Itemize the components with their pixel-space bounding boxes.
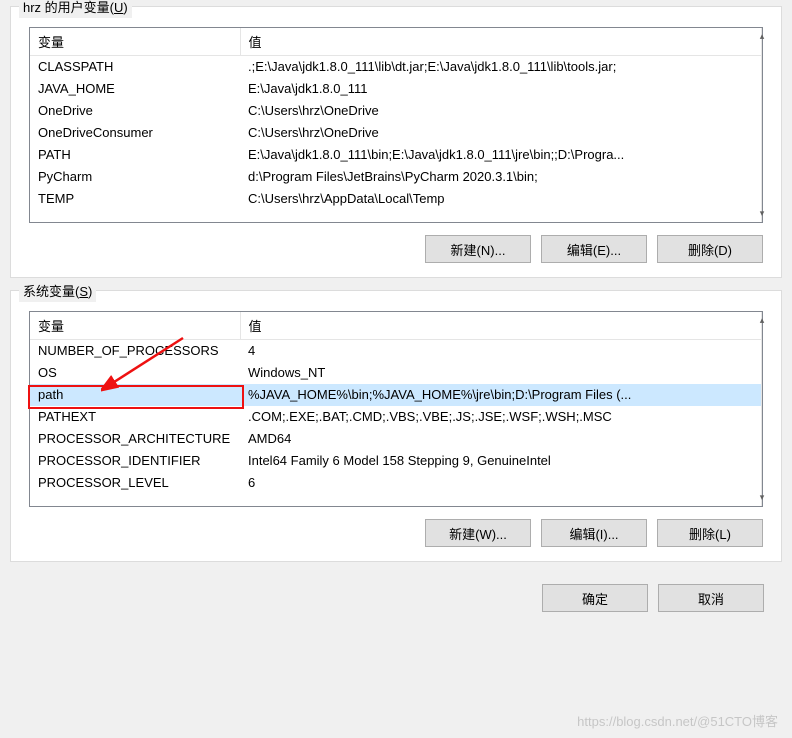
table-row[interactable]: NUMBER_OF_PROCESSORS4 bbox=[30, 340, 761, 362]
var-name-cell: TEMP bbox=[30, 188, 240, 210]
var-value-cell: E:\Java\jdk1.8.0_111\bin;E:\Java\jdk1.8.… bbox=[240, 144, 761, 166]
var-name-cell: CLASSPATH bbox=[30, 56, 240, 78]
table-row[interactable]: PyCharmd:\Program Files\JetBrains\PyChar… bbox=[30, 166, 761, 188]
user-variables-legend: hrz 的用户变量(U) bbox=[19, 0, 132, 18]
var-value-cell: .;E:\Java\jdk1.8.0_111\lib\dt.jar;E:\Jav… bbox=[240, 56, 761, 78]
user-delete-button[interactable]: 删除(D) bbox=[657, 235, 763, 263]
sys-edit-button[interactable]: 编辑(I)... bbox=[541, 519, 647, 547]
table-row[interactable]: PATHE:\Java\jdk1.8.0_111\bin;E:\Java\jdk… bbox=[30, 144, 761, 166]
var-name-cell: PATH bbox=[30, 144, 240, 166]
system-buttons-row: 新建(W)... 编辑(I)... 删除(L) bbox=[29, 507, 763, 547]
cancel-button[interactable]: 取消 bbox=[658, 584, 764, 612]
var-name-cell: JAVA_HOME bbox=[30, 78, 240, 100]
var-name-cell: OneDriveConsumer bbox=[30, 122, 240, 144]
table-row[interactable]: JAVA_HOMEE:\Java\jdk1.8.0_111 bbox=[30, 78, 761, 100]
table-row[interactable]: PATHEXT.COM;.EXE;.BAT;.CMD;.VBS;.VBE;.JS… bbox=[30, 406, 761, 428]
var-name-cell: PROCESSOR_IDENTIFIER bbox=[30, 450, 240, 472]
sys-col-name[interactable]: 变量 bbox=[30, 312, 240, 340]
var-value-cell: E:\Java\jdk1.8.0_111 bbox=[240, 78, 761, 100]
table-row[interactable]: TEMPC:\Users\hrz\AppData\Local\Temp bbox=[30, 188, 761, 210]
user-new-button[interactable]: 新建(N)... bbox=[425, 235, 531, 263]
var-name-cell: NUMBER_OF_PROCESSORS bbox=[30, 340, 240, 362]
user-col-value[interactable]: 值 bbox=[240, 28, 761, 56]
table-row[interactable]: PROCESSOR_IDENTIFIERIntel64 Family 6 Mod… bbox=[30, 450, 761, 472]
var-value-cell: d:\Program Files\JetBrains\PyCharm 2020.… bbox=[240, 166, 761, 188]
var-value-cell: 6 bbox=[240, 472, 761, 494]
user-variables-table[interactable]: 变量 值 CLASSPATH.;E:\Java\jdk1.8.0_111\lib… bbox=[30, 28, 761, 210]
var-value-cell: .COM;.EXE;.BAT;.CMD;.VBS;.VBE;.JS;.JSE;.… bbox=[240, 406, 761, 428]
var-name-cell: OS bbox=[30, 362, 240, 384]
system-variables-table[interactable]: 变量 值 NUMBER_OF_PROCESSORS4OSWindows_NTpa… bbox=[30, 312, 761, 494]
user-variables-group: hrz 的用户变量(U) 变量 值 CLASSPATH.;E:\Java\jdk… bbox=[10, 6, 782, 278]
var-value-cell: 4 bbox=[240, 340, 761, 362]
var-value-cell: Intel64 Family 6 Model 158 Stepping 9, G… bbox=[240, 450, 761, 472]
var-value-cell: C:\Users\hrz\OneDrive bbox=[240, 122, 761, 144]
table-row[interactable]: PROCESSOR_LEVEL6 bbox=[30, 472, 761, 494]
user-col-name[interactable]: 变量 bbox=[30, 28, 240, 56]
table-row[interactable]: OSWindows_NT bbox=[30, 362, 761, 384]
var-name-cell: PATHEXT bbox=[30, 406, 240, 428]
ok-button[interactable]: 确定 bbox=[542, 584, 648, 612]
sys-new-button[interactable]: 新建(W)... bbox=[425, 519, 531, 547]
system-variables-table-wrap: 变量 值 NUMBER_OF_PROCESSORS4OSWindows_NTpa… bbox=[29, 311, 763, 507]
var-value-cell: %JAVA_HOME%\bin;%JAVA_HOME%\jre\bin;D:\P… bbox=[240, 384, 761, 406]
dialog-buttons-row: 确定 取消 bbox=[10, 574, 782, 612]
var-name-cell: PROCESSOR_LEVEL bbox=[30, 472, 240, 494]
var-name-cell: PyCharm bbox=[30, 166, 240, 188]
user-edit-button[interactable]: 编辑(E)... bbox=[541, 235, 647, 263]
var-value-cell: AMD64 bbox=[240, 428, 761, 450]
sys-col-value[interactable]: 值 bbox=[240, 312, 761, 340]
var-name-cell: PROCESSOR_ARCHITECTURE bbox=[30, 428, 240, 450]
var-name-cell: OneDrive bbox=[30, 100, 240, 122]
sys-scrollbar[interactable]: ▴ ▾ bbox=[761, 312, 762, 506]
var-value-cell: C:\Users\hrz\AppData\Local\Temp bbox=[240, 188, 761, 210]
table-row[interactable]: OneDriveConsumerC:\Users\hrz\OneDrive bbox=[30, 122, 761, 144]
var-name-cell: path bbox=[30, 384, 240, 406]
table-row[interactable]: CLASSPATH.;E:\Java\jdk1.8.0_111\lib\dt.j… bbox=[30, 56, 761, 78]
table-row[interactable]: path%JAVA_HOME%\bin;%JAVA_HOME%\jre\bin;… bbox=[30, 384, 761, 406]
table-row[interactable]: OneDriveC:\Users\hrz\OneDrive bbox=[30, 100, 761, 122]
table-row[interactable]: PROCESSOR_ARCHITECTUREAMD64 bbox=[30, 428, 761, 450]
var-value-cell: Windows_NT bbox=[240, 362, 761, 384]
user-variables-table-wrap: 变量 值 CLASSPATH.;E:\Java\jdk1.8.0_111\lib… bbox=[29, 27, 763, 223]
system-variables-legend: 系统变量(S) bbox=[19, 279, 96, 302]
user-buttons-row: 新建(N)... 编辑(E)... 删除(D) bbox=[29, 223, 763, 263]
user-scrollbar[interactable]: ▴ ▾ bbox=[761, 28, 762, 222]
system-variables-group: 系统变量(S) 变量 值 NUMBER_OF_PROCESSORS4OSWind… bbox=[10, 290, 782, 562]
watermark-text: https://blog.csdn.net/@51CTO博客 bbox=[577, 711, 778, 730]
sys-delete-button[interactable]: 删除(L) bbox=[657, 519, 763, 547]
var-value-cell: C:\Users\hrz\OneDrive bbox=[240, 100, 761, 122]
